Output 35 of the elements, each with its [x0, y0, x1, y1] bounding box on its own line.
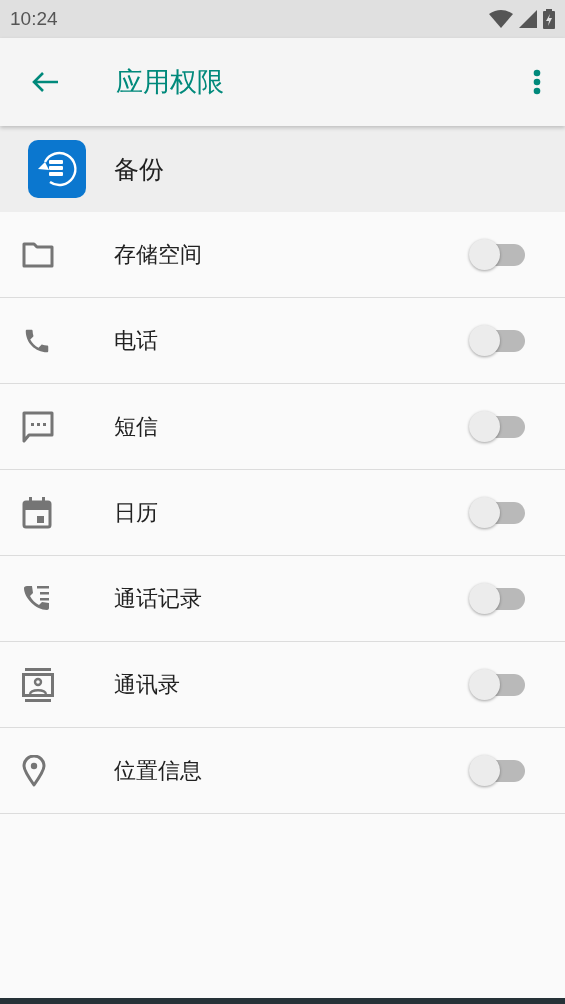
permission-row[interactable]: 存储空间 [0, 212, 565, 298]
more-icon [533, 69, 541, 95]
toggle-switch[interactable] [469, 237, 525, 272]
signal-icon [519, 10, 537, 28]
app-icon [28, 140, 86, 198]
permission-label: 日历 [114, 498, 159, 527]
message-icon [22, 410, 54, 443]
location-pin-icon [22, 754, 46, 787]
toggle-switch[interactable] [469, 581, 525, 616]
permission-row[interactable]: 日历 [0, 470, 565, 556]
toggle-switch[interactable] [469, 667, 525, 702]
permission-label: 短信 [114, 412, 159, 441]
permission-label: 通话记录 [114, 584, 203, 613]
permission-label: 位置信息 [114, 756, 203, 785]
status-time: 10:24 [10, 8, 58, 30]
contact-card-icon [22, 667, 54, 702]
permission-row[interactable]: 位置信息 [0, 728, 565, 814]
toggle-switch[interactable] [469, 753, 525, 788]
permission-label: 存储空间 [114, 240, 203, 269]
app-name: 备份 [114, 153, 164, 186]
calendar-icon [22, 496, 52, 529]
folder-icon [22, 241, 54, 268]
page-title: 应用权限 [116, 65, 225, 99]
back-arrow-icon [30, 70, 60, 94]
permission-label: 电话 [114, 326, 159, 355]
permission-row[interactable]: 短信 [0, 384, 565, 470]
toggle-switch[interactable] [469, 495, 525, 530]
permission-row[interactable]: 电话 [0, 298, 565, 384]
permission-label: 通讯录 [114, 670, 181, 699]
toggle-switch[interactable] [469, 323, 525, 358]
toggle-switch[interactable] [469, 409, 525, 444]
permission-row[interactable]: 通讯录 [0, 642, 565, 728]
permission-row[interactable]: 通话记录 [0, 556, 565, 642]
battery-icon [543, 9, 555, 29]
wifi-icon [489, 10, 513, 28]
